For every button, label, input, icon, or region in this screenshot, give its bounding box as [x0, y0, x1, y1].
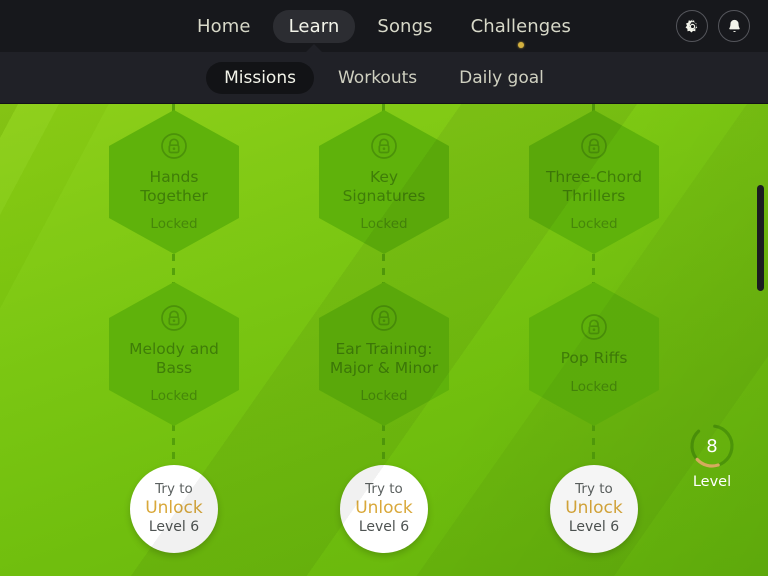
subnav-item-missions[interactable]: Missions [206, 61, 314, 94]
mission-status: Locked [570, 216, 618, 233]
mission-title: Key Signatures [342, 167, 426, 205]
connector-line [382, 424, 385, 464]
mission-hex-content: Pop Riffs Locked [529, 282, 659, 426]
mission-hex-content: Key Signatures Locked [319, 110, 449, 254]
lock-icon [371, 132, 397, 159]
mission-node[interactable]: Three-Chord Thrillers Locked [529, 110, 659, 254]
nav-item-songs[interactable]: Songs [361, 10, 448, 43]
connector-line [172, 424, 175, 464]
subnav-item-label: Workouts [337, 67, 418, 88]
top-navigation-bar: Home Learn Songs Challenges [0, 0, 768, 52]
mission-status: Locked [360, 388, 408, 405]
mission-hex-tile[interactable]: Three-Chord Thrillers Locked [529, 110, 659, 254]
active-tab-caret-icon [306, 43, 323, 52]
nav-item-label: Songs [377, 15, 433, 37]
vertical-scrollbar-thumb[interactable] [757, 185, 764, 291]
gear-icon [685, 18, 697, 33]
lock-icon [371, 304, 397, 331]
mission-title: Melody and Bass [129, 339, 219, 377]
nav-item-label: Home [197, 15, 251, 37]
subnav-item-workouts[interactable]: Workouts [320, 62, 435, 94]
unlock-line-2: Unlock [355, 498, 413, 519]
nav-item-label: Learn [288, 15, 340, 37]
mission-hex-tile[interactable]: Key Signatures Locked [319, 110, 449, 254]
mission-status: Locked [570, 378, 618, 395]
level-progress-ring: 8 [688, 422, 736, 470]
unlock-node[interactable]: Try to Unlock Level 6 [550, 465, 638, 553]
try-to-unlock-button[interactable]: Try to Unlock Level 6 [340, 465, 428, 553]
mission-hex-tile[interactable]: Hands Together Locked [109, 110, 239, 254]
sub-navigation-bar: Missions Workouts Daily goal [0, 52, 768, 104]
unlock-line-2: Unlock [565, 498, 623, 519]
connector-line [592, 424, 595, 464]
lock-icon [581, 314, 607, 340]
mission-hex-tile[interactable]: Pop Riffs Locked [529, 282, 659, 426]
lock-icon [581, 132, 607, 159]
level-widget[interactable]: 8 Level [686, 422, 738, 490]
top-nav-items: Home Learn Songs Challenges [181, 9, 587, 52]
challenges-notification-dot-icon [517, 41, 524, 48]
unlock-line-1: Try to [155, 481, 193, 498]
subnav-item-label: Daily goal [459, 67, 544, 88]
level-value: 8 [706, 435, 718, 457]
unlock-line-2: Unlock [145, 498, 203, 519]
mission-map[interactable]: Hands Together Locked Key Signatures Loc… [0, 104, 768, 576]
unlock-node[interactable]: Try to Unlock Level 6 [130, 465, 218, 553]
nav-item-label: Challenges [470, 15, 571, 37]
mission-node[interactable]: Melody and Bass Locked [109, 282, 239, 426]
mission-title: Pop Riffs [560, 349, 628, 368]
unlock-line-3: Level 6 [358, 518, 410, 535]
mission-hex-tile[interactable]: Ear Training: Major & Minor Locked [319, 282, 449, 426]
settings-button[interactable] [676, 10, 708, 42]
unlock-node[interactable]: Try to Unlock Level 6 [340, 465, 428, 553]
lock-icon [161, 132, 187, 159]
mission-hex-tile[interactable]: Melody and Bass Locked [109, 282, 239, 426]
mission-node[interactable]: Hands Together Locked [109, 110, 239, 254]
mission-hex-content: Hands Together Locked [109, 110, 239, 254]
mission-hex-content: Ear Training: Major & Minor Locked [319, 282, 449, 426]
mission-node[interactable]: Ear Training: Major & Minor Locked [319, 282, 449, 426]
mission-status: Locked [360, 216, 408, 233]
top-right-icon-group [676, 10, 750, 42]
try-to-unlock-button[interactable]: Try to Unlock Level 6 [550, 465, 638, 553]
mission-hex-content: Three-Chord Thrillers Locked [529, 110, 659, 254]
notifications-button[interactable] [718, 10, 750, 42]
mission-title: Three-Chord Thrillers [545, 167, 643, 205]
try-to-unlock-button[interactable]: Try to Unlock Level 6 [130, 465, 218, 553]
unlock-line-1: Try to [365, 481, 403, 498]
mission-node[interactable]: Pop Riffs Locked [529, 282, 659, 426]
unlock-line-3: Level 6 [568, 518, 620, 535]
mission-status: Locked [150, 388, 198, 405]
mission-title: Ear Training: Major & Minor [329, 339, 439, 377]
lock-icon [161, 304, 187, 331]
bell-icon [728, 19, 740, 32]
sub-nav-items: Missions Workouts Daily goal [206, 61, 562, 94]
mission-node[interactable]: Key Signatures Locked [319, 110, 449, 254]
nav-item-home[interactable]: Home [181, 10, 267, 43]
nav-item-challenges[interactable]: Challenges [455, 10, 587, 48]
mission-status: Locked [150, 216, 198, 233]
mission-hex-content: Melody and Bass Locked [109, 282, 239, 426]
level-label: Level [692, 474, 732, 490]
unlock-line-1: Try to [575, 481, 613, 498]
subnav-item-label: Missions [224, 67, 296, 88]
subnav-item-daily-goal[interactable]: Daily goal [441, 62, 562, 94]
mission-title: Hands Together [140, 167, 208, 205]
unlock-line-3: Level 6 [148, 518, 200, 535]
nav-item-learn[interactable]: Learn [272, 9, 356, 52]
